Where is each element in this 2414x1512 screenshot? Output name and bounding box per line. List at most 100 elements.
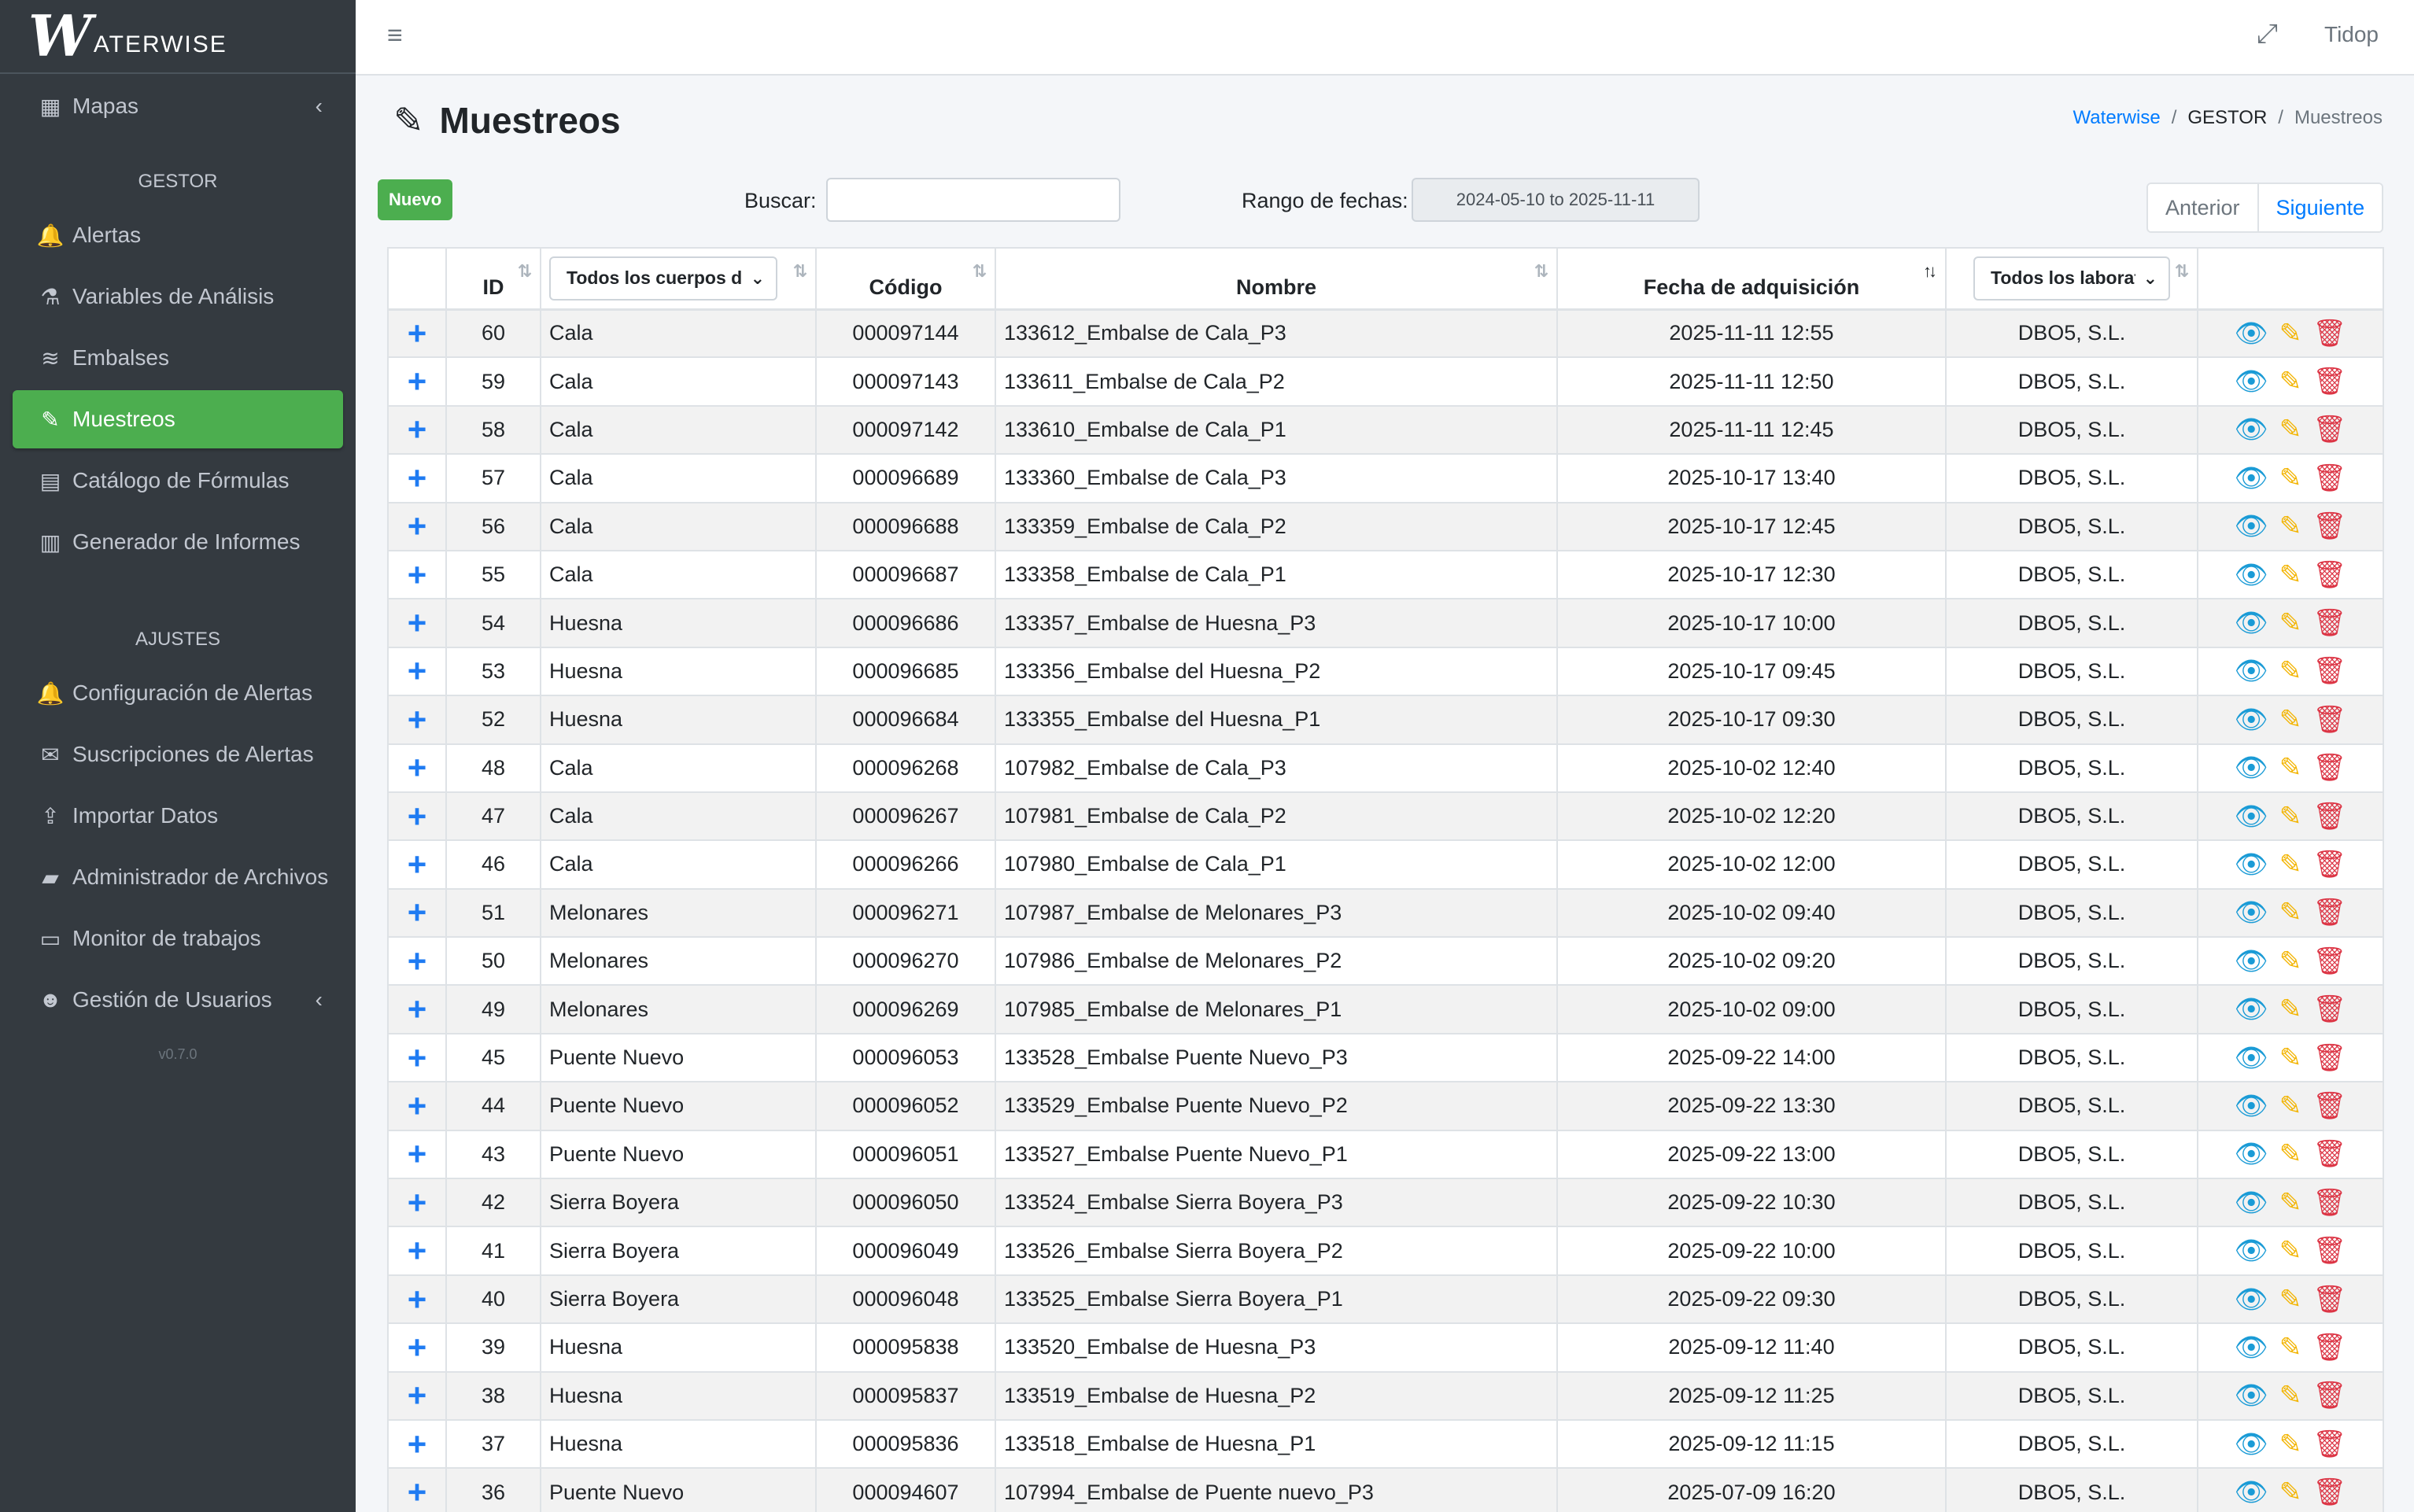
trash-icon[interactable]: 🗑 — [2312, 463, 2346, 494]
eye-icon[interactable]: 👁 — [2235, 559, 2268, 591]
trash-icon[interactable]: 🗑 — [2312, 511, 2346, 542]
trash-icon[interactable]: 🗑 — [2312, 897, 2346, 928]
trash-icon[interactable]: 🗑 — [2312, 366, 2346, 397]
sidebar-item-importar-datos[interactable]: ⇪ Importar Datos — [13, 787, 343, 845]
trash-icon[interactable]: 🗑 — [2312, 1284, 2346, 1315]
previous-page-button[interactable]: Anterior — [2148, 184, 2259, 231]
expand-row-icon[interactable]: + — [408, 507, 427, 544]
sidebar-item-mapas[interactable]: ▦ Mapas ‹ — [13, 77, 343, 135]
sort-icon[interactable]: ⇅ — [2175, 261, 2190, 282]
sidebar-item-alertas[interactable]: 🔔 Alertas — [13, 206, 343, 264]
hamburger-menu-icon[interactable]: ≡ — [387, 20, 403, 51]
sidebar-item-variables-de-analisis[interactable]: ⚗ Variables de Análisis — [13, 267, 343, 326]
sidebar-item-configuracion-de-alertas[interactable]: 🔔 Configuración de Alertas — [13, 664, 343, 722]
edit-icon[interactable]: ✎ — [2279, 655, 2302, 687]
eye-icon[interactable]: 👁 — [2235, 1477, 2268, 1508]
eye-icon[interactable]: 👁 — [2235, 1138, 2268, 1170]
trash-icon[interactable]: 🗑 — [2312, 1090, 2346, 1122]
trash-icon[interactable]: 🗑 — [2312, 801, 2346, 832]
trash-icon[interactable]: 🗑 — [2312, 1138, 2346, 1170]
edit-icon[interactable]: ✎ — [2279, 704, 2302, 736]
expand-row-icon[interactable]: + — [408, 894, 427, 931]
expand-row-icon[interactable]: + — [408, 1087, 427, 1124]
sort-desc-icon[interactable]: ↑↓ — [1923, 261, 1937, 282]
eye-icon[interactable]: 👁 — [2235, 655, 2268, 687]
edit-icon[interactable]: ✎ — [2279, 414, 2302, 445]
trash-icon[interactable]: 🗑 — [2312, 1477, 2346, 1508]
trash-icon[interactable]: 🗑 — [2312, 1332, 2346, 1363]
edit-icon[interactable]: ✎ — [2279, 559, 2302, 591]
edit-icon[interactable]: ✎ — [2279, 1138, 2302, 1170]
sidebar-item-embalses[interactable]: ≋ Embalses — [13, 329, 343, 387]
expand-row-icon[interactable]: + — [408, 556, 427, 593]
expand-row-icon[interactable]: + — [408, 1377, 427, 1414]
edit-icon[interactable]: ✎ — [2279, 1429, 2302, 1460]
expand-row-icon[interactable]: + — [408, 459, 427, 496]
expand-row-icon[interactable]: + — [408, 1281, 427, 1318]
edit-icon[interactable]: ✎ — [2279, 1380, 2302, 1411]
header-id[interactable]: ID ⇅ — [445, 247, 541, 311]
eye-icon[interactable]: 👁 — [2235, 1380, 2268, 1411]
eye-icon[interactable]: 👁 — [2235, 897, 2268, 928]
sort-icon[interactable]: ⇅ — [973, 261, 987, 282]
expand-row-icon[interactable]: + — [408, 1184, 427, 1221]
expand-row-icon[interactable]: + — [408, 942, 427, 979]
edit-icon[interactable]: ✎ — [2279, 318, 2302, 349]
eye-icon[interactable]: 👁 — [2235, 414, 2268, 445]
user-menu[interactable]: Tidop — [2324, 22, 2379, 47]
eye-icon[interactable]: 👁 — [2235, 607, 2268, 639]
edit-icon[interactable]: ✎ — [2279, 1090, 2302, 1122]
trash-icon[interactable]: 🗑 — [2312, 1380, 2346, 1411]
edit-icon[interactable]: ✎ — [2279, 366, 2302, 397]
header-acquisition-date[interactable]: Fecha de adquisición ↑↓ — [1556, 247, 1947, 311]
sidebar-item-catalogo-de-formulas[interactable]: ▤ Catálogo de Fórmulas — [13, 452, 343, 510]
trash-icon[interactable]: 🗑 — [2312, 1042, 2346, 1074]
header-name[interactable]: Nombre ⇅ — [995, 247, 1558, 311]
eye-icon[interactable]: 👁 — [2235, 849, 2268, 880]
expand-row-icon[interactable]: + — [408, 363, 427, 400]
date-range-input[interactable]: 2024-05-10 to 2025-11-11 — [1412, 178, 1700, 222]
trash-icon[interactable]: 🗑 — [2312, 1235, 2346, 1267]
sidebar-item-generador-de-informes[interactable]: ▥ Generador de Informes — [13, 513, 343, 571]
expand-row-icon[interactable]: + — [408, 990, 427, 1027]
sidebar-item-suscripciones-de-alertas[interactable]: ✉ Suscripciones de Alertas — [13, 725, 343, 784]
edit-icon[interactable]: ✎ — [2279, 607, 2302, 639]
edit-icon[interactable]: ✎ — [2279, 463, 2302, 494]
fullscreen-icon[interactable]: ⤢ — [2257, 19, 2278, 50]
trash-icon[interactable]: 🗑 — [2312, 994, 2346, 1025]
sidebar-item-monitor-de-trabajos[interactable]: ▭ Monitor de trabajos — [13, 909, 343, 968]
edit-icon[interactable]: ✎ — [2279, 946, 2302, 977]
eye-icon[interactable]: 👁 — [2235, 752, 2268, 784]
laboratory-filter-select[interactable]: Todos los laboratorios ⌄ — [1973, 256, 2170, 301]
edit-icon[interactable]: ✎ — [2279, 752, 2302, 784]
expand-row-icon[interactable]: + — [408, 1329, 427, 1366]
expand-row-icon[interactable]: + — [408, 652, 427, 689]
eye-icon[interactable]: 👁 — [2235, 1429, 2268, 1460]
eye-icon[interactable]: 👁 — [2235, 1090, 2268, 1122]
edit-icon[interactable]: ✎ — [2279, 1332, 2302, 1363]
eye-icon[interactable]: 👁 — [2235, 1235, 2268, 1267]
eye-icon[interactable]: 👁 — [2235, 318, 2268, 349]
brand-logo[interactable]: W ATERWISE — [0, 0, 356, 74]
trash-icon[interactable]: 🗑 — [2312, 704, 2346, 736]
expand-row-icon[interactable]: + — [408, 1135, 427, 1172]
trash-icon[interactable]: 🗑 — [2312, 752, 2346, 784]
eye-icon[interactable]: 👁 — [2235, 463, 2268, 494]
expand-row-icon[interactable]: + — [408, 701, 427, 738]
expand-row-icon[interactable]: + — [408, 411, 427, 448]
eye-icon[interactable]: 👁 — [2235, 1284, 2268, 1315]
edit-icon[interactable]: ✎ — [2279, 1042, 2302, 1074]
trash-icon[interactable]: 🗑 — [2312, 1187, 2346, 1219]
expand-row-icon[interactable]: + — [408, 1425, 427, 1462]
eye-icon[interactable]: 👁 — [2235, 511, 2268, 542]
eye-icon[interactable]: 👁 — [2235, 801, 2268, 832]
sidebar-item-muestreos[interactable]: ✎ Muestreos — [13, 390, 343, 448]
edit-icon[interactable]: ✎ — [2279, 1477, 2302, 1508]
trash-icon[interactable]: 🗑 — [2312, 559, 2346, 591]
sort-icon[interactable]: ⇅ — [518, 261, 533, 282]
sort-icon[interactable]: ⇅ — [1534, 261, 1549, 282]
expand-row-icon[interactable]: + — [408, 846, 427, 883]
header-code[interactable]: Código ⇅ — [815, 247, 996, 311]
eye-icon[interactable]: 👁 — [2235, 946, 2268, 977]
trash-icon[interactable]: 🗑 — [2312, 607, 2346, 639]
